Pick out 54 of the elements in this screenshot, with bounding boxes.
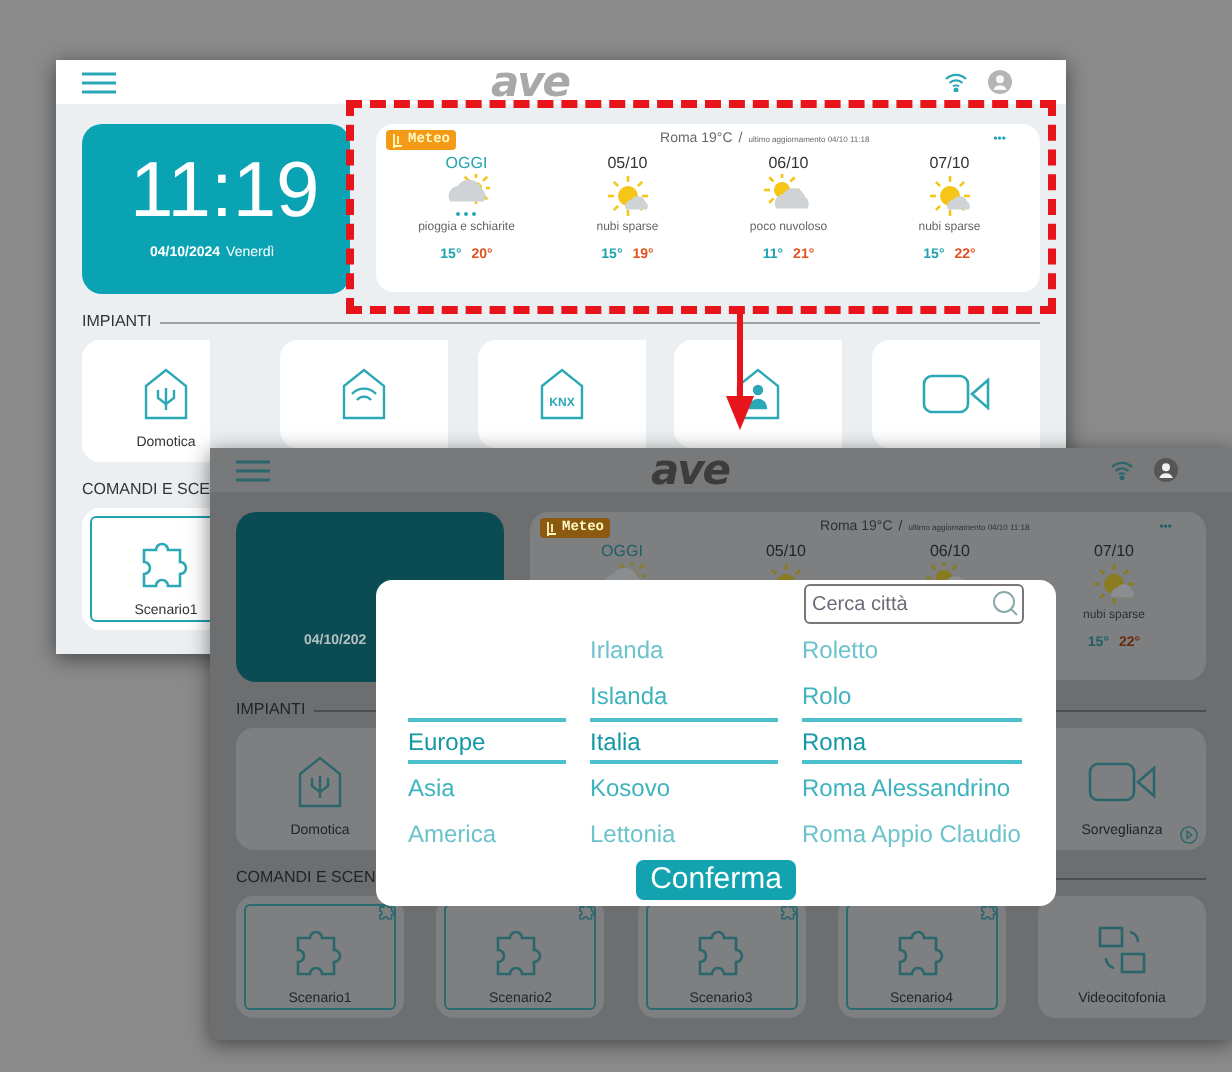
picker-option[interactable]: Roma Alessandrino	[802, 769, 1011, 805]
menu-icon[interactable]	[82, 71, 116, 93]
picker-option[interactable]: Kosovo	[590, 769, 671, 805]
tile[interactable]	[872, 340, 1040, 448]
puzzle-icon	[779, 902, 797, 920]
section-heading: IMPIANTI	[82, 310, 152, 334]
sun-cloud-icon	[925, 173, 974, 219]
house-icon	[144, 367, 188, 419]
picker-option[interactable]: America	[408, 815, 497, 851]
puzzle-icon	[378, 902, 396, 920]
confirm-button[interactable]: Conferma	[636, 860, 796, 900]
wifi-icon	[943, 72, 968, 92]
puzzle-icon	[979, 902, 998, 920]
day-label: 05/10	[765, 541, 807, 561]
tile[interactable]	[279, 340, 448, 448]
picker-option[interactable]: Irlanda	[590, 631, 664, 667]
menu-icon[interactable]	[236, 459, 270, 481]
picker-option[interactable]: Roma	[802, 723, 867, 759]
picker-option[interactable]: Roma Appio Claudio	[802, 815, 1021, 851]
picker-option[interactable]: Islanda	[590, 677, 668, 713]
video-camera-icon	[922, 373, 990, 413]
picker-option[interactable]: Asia	[408, 769, 455, 805]
logo: ave	[650, 449, 730, 491]
day-label: 07/10	[1093, 541, 1135, 561]
section-heading: COMANDI E SCEN	[236, 866, 376, 890]
day-label: OGGI	[601, 541, 643, 561]
intercom-icon	[1096, 923, 1148, 975]
wifi-icon	[1109, 460, 1134, 480]
tile[interactable]	[674, 340, 843, 448]
section-heading: IMPIANTI	[236, 698, 306, 722]
day-label: 07/10	[929, 153, 970, 173]
clock-time: 11:19	[130, 148, 320, 234]
search-field[interactable]: Cerca città	[804, 584, 1024, 624]
arrow	[726, 312, 754, 430]
day-label: OGGI	[445, 153, 488, 173]
play-circle-icon	[1180, 826, 1198, 844]
house-icon	[298, 755, 342, 807]
puzzle-icon	[578, 902, 597, 920]
picker-option[interactable]: Europe	[408, 723, 486, 759]
video-camera-icon	[1088, 761, 1156, 801]
picker-option[interactable]: Italia	[590, 723, 641, 759]
sun-cloud-icon	[603, 173, 652, 219]
picker-option[interactable]: Rolo	[802, 677, 852, 713]
search-icon	[992, 590, 1018, 616]
picker-option[interactable]: Lettonia	[590, 815, 676, 851]
picker-option[interactable]: Roletto	[802, 631, 879, 667]
sun-cloud-icon	[1090, 561, 1138, 607]
logo: ave	[490, 61, 570, 103]
day-label: 06/10	[768, 153, 809, 173]
day-label: 06/10	[929, 541, 971, 561]
day-label: 05/10	[607, 153, 648, 173]
section-heading: COMANDI E SCE	[82, 478, 211, 502]
house-icon	[341, 367, 386, 419]
user-icon[interactable]	[1153, 458, 1178, 482]
